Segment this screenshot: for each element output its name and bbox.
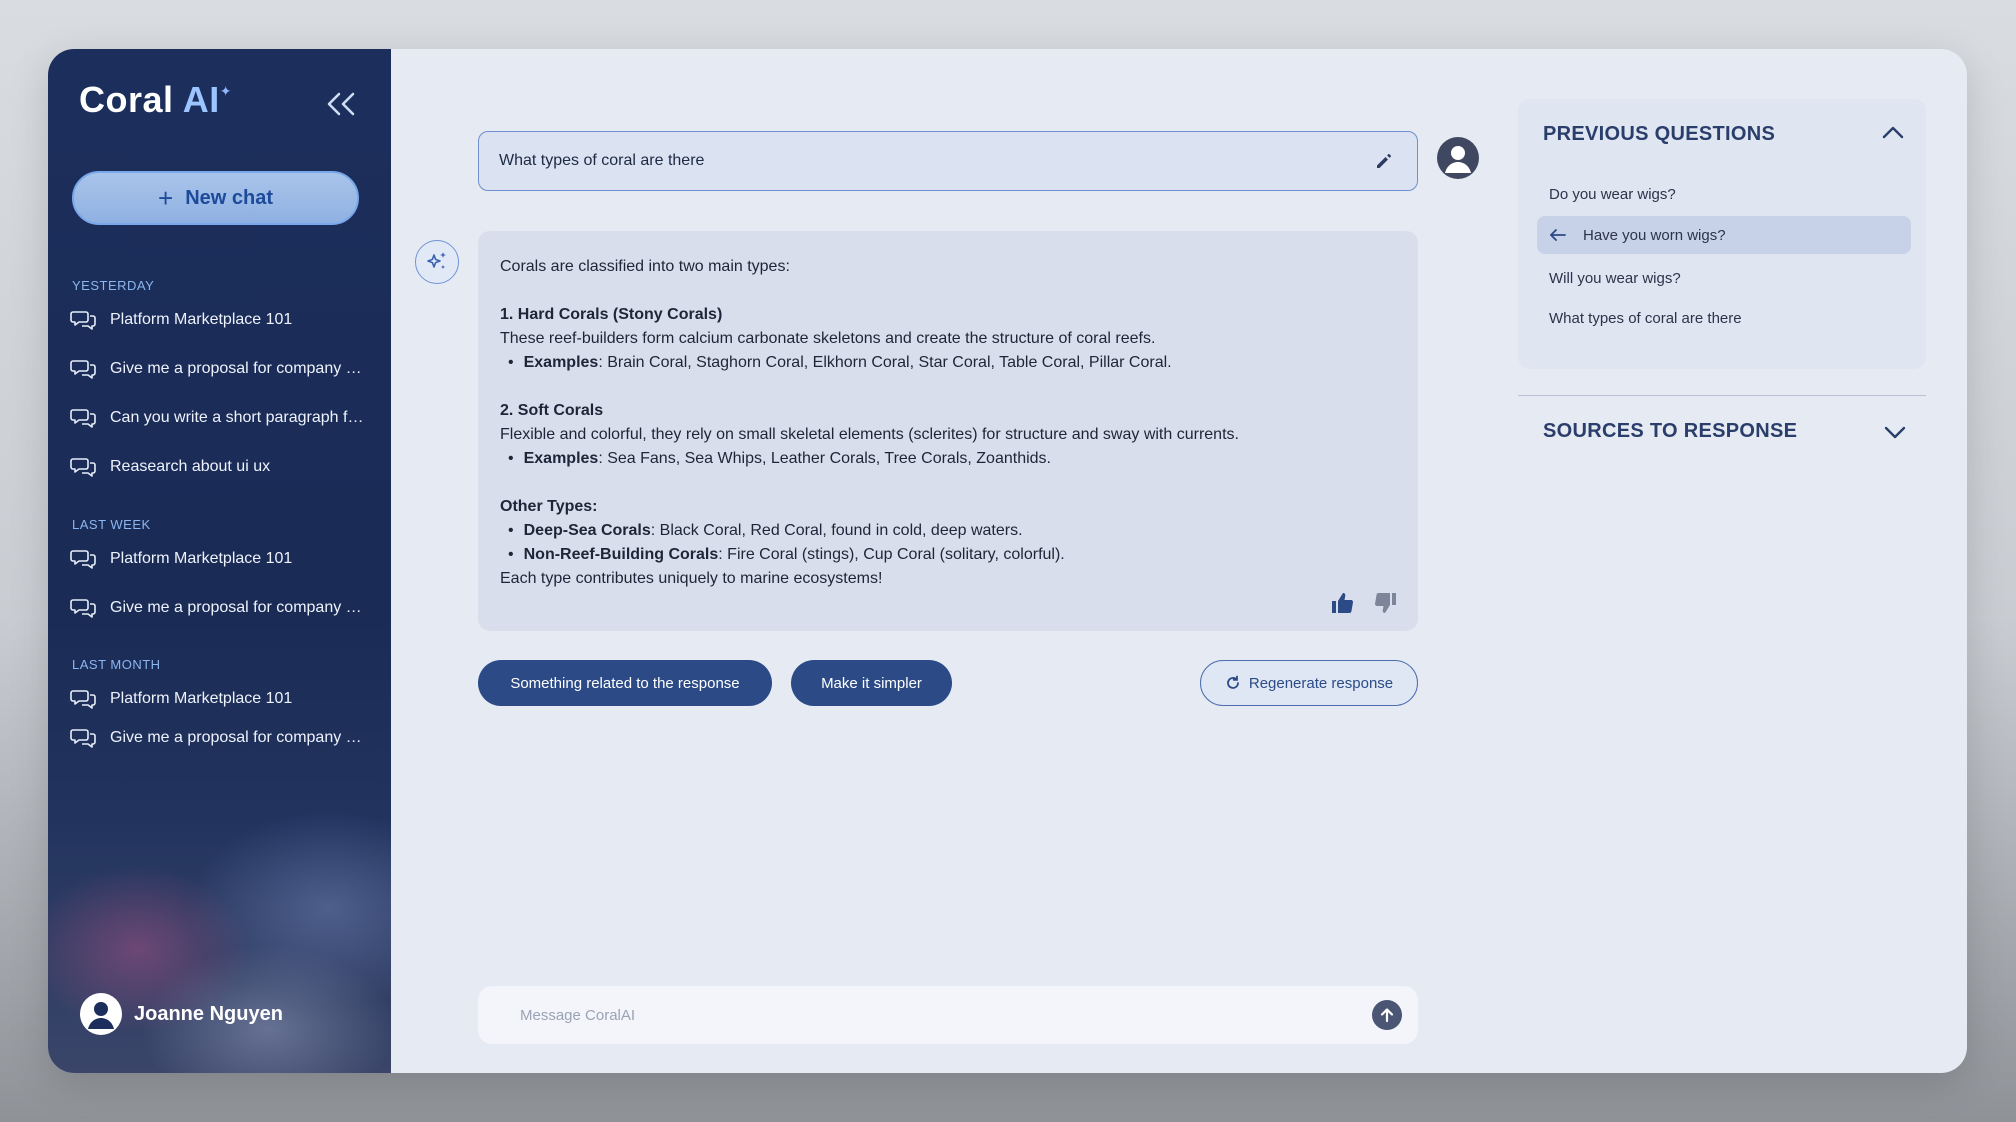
user-icon: [1445, 146, 1471, 173]
chat-bubbles-icon: [70, 360, 96, 379]
brand-logo: Coral AI✦: [79, 79, 232, 121]
suggestion-simpler-button[interactable]: Make it simpler: [791, 660, 952, 706]
previous-question-item-active[interactable]: Have you worn wigs?: [1537, 216, 1911, 254]
chat-bubbles-icon: [70, 690, 96, 709]
other-types-heading: Other Types:: [500, 498, 598, 515]
avatar: [80, 993, 122, 1035]
chat-history-item[interactable]: Reasearch about ui ux: [70, 452, 370, 482]
section-label-yesterday: YESTERDAY: [72, 278, 155, 293]
thumbs-down-button[interactable]: [1372, 591, 1398, 615]
soft-corals-description: Flexible and colorful, they rely on smal…: [500, 426, 1239, 443]
hard-corals-examples: Examples: Brain Coral, Staghorn Coral, E…: [500, 351, 1396, 375]
new-chat-button[interactable]: + New chat: [72, 171, 359, 225]
user-avatar[interactable]: [1437, 137, 1479, 179]
previous-question-label: Will you wear wigs?: [1549, 269, 1681, 287]
chat-history-label: Can you write a short paragraph for the: [110, 409, 370, 426]
response-closing: Each type contributes uniquely to marine…: [500, 570, 883, 587]
hard-corals-heading: 1. Hard Corals (Stony Corals): [500, 306, 723, 323]
chevron-down-icon: [1884, 426, 1906, 439]
chat-history-label: Reasearch about ui ux: [110, 458, 271, 475]
previous-question-label: Have you worn wigs?: [1583, 226, 1726, 244]
thumbs-up-button[interactable]: [1330, 591, 1356, 615]
previous-questions-panel: PREVIOUS QUESTIONS Do you wear wigs? Hav…: [1518, 99, 1926, 369]
brand-ai: AI: [182, 79, 220, 120]
previous-question-item[interactable]: What types of coral are there: [1537, 299, 1911, 337]
user-name: Joanne Nguyen: [134, 1002, 283, 1025]
chat-bubbles-icon: [70, 729, 96, 748]
previous-questions-title: PREVIOUS QUESTIONS: [1543, 123, 1776, 145]
feedback-controls: [1330, 591, 1398, 615]
hard-corals-description: These reef-builders form calcium carbona…: [500, 330, 1156, 347]
ai-avatar: [415, 240, 459, 284]
previous-question-label: Do you wear wigs?: [1549, 185, 1676, 203]
chat-bubbles-icon: [70, 409, 96, 428]
deep-sea-corals: Deep-Sea Corals: Black Coral, Red Coral,…: [500, 519, 1396, 543]
chat-history-label: Give me a proposal for company about: [110, 729, 370, 746]
chat-history-label: Give me a proposal for company about: [110, 360, 370, 377]
chat-bubbles-icon: [70, 311, 96, 330]
chat-bubbles-icon: [70, 550, 96, 569]
regenerate-label: Regenerate response: [1248, 674, 1394, 692]
double-chevron-left-icon: [327, 92, 355, 116]
collapse-sidebar-button[interactable]: [324, 89, 358, 119]
thumbs-up-icon: [1332, 593, 1354, 614]
user-profile[interactable]: Joanne Nguyen: [80, 993, 283, 1035]
chevron-up-icon: [1882, 126, 1904, 139]
brand-name: Coral: [79, 79, 174, 120]
soft-corals-examples: Examples: Sea Fans, Sea Whips, Leather C…: [500, 447, 1396, 471]
panel-divider: [1518, 395, 1926, 396]
refresh-icon: [1227, 675, 1239, 689]
pencil-icon: [1377, 154, 1391, 168]
user-icon: [88, 1002, 114, 1029]
non-reef-corals: Non-Reef-Building Corals: Fire Coral (st…: [500, 543, 1396, 567]
arrow-up-icon: [1380, 1008, 1394, 1023]
chat-history-label: Give me a proposal for company about: [110, 599, 370, 616]
previous-question-label: What types of coral are there: [1549, 309, 1742, 327]
message-composer: [478, 986, 1418, 1044]
sidebar: Coral AI✦ + New chat YESTERDAY Platform …: [48, 49, 391, 1073]
chat-history-item[interactable]: Give me a proposal for company about: [70, 593, 370, 623]
chat-history-label: Platform Marketplace 101: [110, 311, 293, 328]
section-label-last-week: LAST WEEK: [72, 517, 151, 532]
chat-history-label: Platform Marketplace 101: [110, 690, 293, 707]
sparkle-icon: ✦: [219, 83, 232, 99]
chat-history-item[interactable]: Platform Marketplace 101: [70, 544, 370, 574]
chat-history-item[interactable]: Give me a proposal for company about: [70, 723, 370, 753]
app-window: Coral AI✦ + New chat YESTERDAY Platform …: [48, 49, 1967, 1073]
chat-bubbles-icon: [70, 458, 96, 477]
message-input[interactable]: [520, 1006, 1372, 1024]
suggestion-related-button[interactable]: Something related to the response: [478, 660, 772, 706]
new-chat-label: New chat: [185, 186, 273, 209]
plus-icon: +: [158, 183, 174, 213]
regenerate-response-button[interactable]: Regenerate response: [1200, 660, 1418, 706]
collapse-previous-questions-button[interactable]: [1878, 117, 1908, 147]
chat-history-label: Platform Marketplace 101: [110, 550, 293, 567]
response-intro: Corals are classified into two main type…: [500, 258, 790, 275]
edit-question-button[interactable]: [1371, 148, 1397, 174]
previous-question-item[interactable]: Will you wear wigs?: [1537, 259, 1911, 297]
section-label-last-month: LAST MONTH: [72, 657, 161, 672]
soft-corals-heading: 2. Soft Corals: [500, 402, 604, 419]
expand-sources-button[interactable]: [1880, 417, 1910, 447]
chat-history-item[interactable]: Platform Marketplace 101: [70, 305, 370, 335]
previous-question-item[interactable]: Do you wear wigs?: [1537, 175, 1911, 213]
user-question-text: What types of coral are there: [499, 152, 705, 169]
send-button[interactable]: [1372, 1000, 1402, 1030]
chat-history-item[interactable]: Platform Marketplace 101: [70, 684, 370, 714]
ai-response: Corals are classified into two main type…: [478, 231, 1418, 631]
sources-title: SOURCES TO RESPONSE: [1543, 420, 1798, 442]
chat-bubbles-icon: [70, 599, 96, 618]
chat-history-item[interactable]: Can you write a short paragraph for the: [70, 403, 370, 433]
user-question: What types of coral are there: [478, 131, 1418, 191]
chat-history-item[interactable]: Give me a proposal for company about: [70, 354, 370, 384]
thumbs-down-icon: [1374, 592, 1396, 613]
arrow-left-icon: [1550, 229, 1566, 241]
sparkles-icon: [427, 252, 446, 269]
